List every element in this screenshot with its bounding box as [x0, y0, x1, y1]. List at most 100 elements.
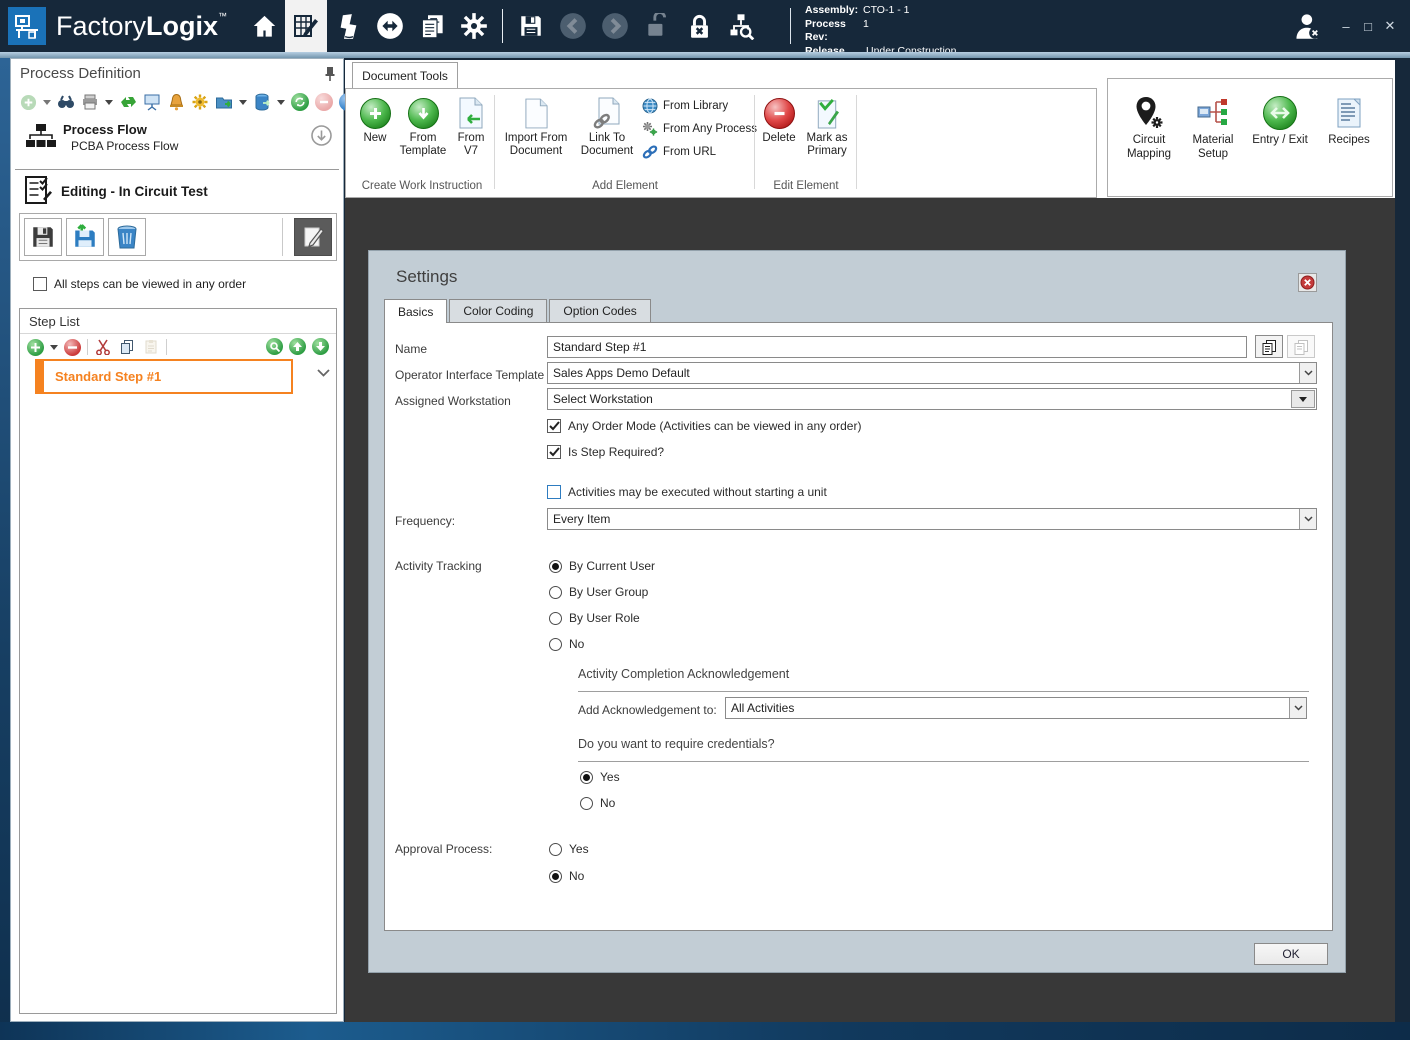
transfer-button[interactable]: [369, 0, 411, 52]
presentation-button[interactable]: [143, 93, 161, 111]
approval-yes[interactable]: Yes: [549, 842, 589, 856]
home-button[interactable]: [243, 0, 285, 52]
locate-step-button[interactable]: [266, 338, 283, 355]
add-dropdown[interactable]: [43, 93, 51, 111]
from-template-button[interactable]: From Template: [396, 94, 450, 158]
maximize-button[interactable]: □: [1357, 11, 1379, 41]
copy-name-button[interactable]: [1255, 335, 1283, 358]
from-any-process-button[interactable]: From Any Process: [642, 121, 757, 137]
step-list-item[interactable]: Standard Step #1: [35, 359, 293, 394]
any-order-mode-checkbox[interactable]: [547, 419, 561, 433]
delete-data-button[interactable]: [253, 93, 271, 111]
close-button[interactable]: ✕: [1379, 11, 1401, 41]
frequency-select[interactable]: Every Item: [547, 508, 1317, 530]
radio-selected[interactable]: [580, 770, 593, 784]
add-button[interactable]: [19, 93, 37, 111]
logout-user-button[interactable]: [1288, 6, 1328, 46]
pin-button[interactable]: [323, 66, 337, 82]
settings-button[interactable]: [453, 0, 495, 52]
radio-selected[interactable]: [549, 869, 562, 883]
credentials-yes[interactable]: Yes: [580, 770, 620, 784]
ack-select[interactable]: All Activities: [725, 697, 1307, 719]
export-button[interactable]: [215, 93, 233, 111]
process-flow-subtitle[interactable]: PCBA Process Flow: [71, 139, 178, 153]
no-unit-row[interactable]: Activities may be executed without start…: [547, 485, 827, 499]
tab-option-codes[interactable]: Option Codes: [549, 299, 651, 322]
from-url-button[interactable]: From URL: [642, 144, 716, 160]
tracking-no[interactable]: No: [549, 637, 584, 651]
process-designer-button[interactable]: [285, 0, 328, 52]
tracking-by-current-user[interactable]: By Current User: [549, 559, 655, 573]
cut-button[interactable]: [94, 338, 112, 356]
radio-selected[interactable]: [549, 559, 562, 573]
tab-document-tools[interactable]: Document Tools: [352, 62, 458, 89]
radio[interactable]: [549, 842, 562, 856]
production-button[interactable]: [327, 0, 369, 52]
name-input[interactable]: [547, 336, 1247, 358]
radio[interactable]: [549, 585, 562, 599]
stop-button[interactable]: [315, 93, 333, 111]
tracking-by-user-role[interactable]: By User Role: [549, 611, 640, 625]
any-order-checkbox-row[interactable]: All steps can be viewed in any order: [33, 277, 246, 291]
lock-close-button[interactable]: [678, 0, 720, 52]
radio[interactable]: [549, 637, 562, 651]
notify-button[interactable]: [167, 93, 185, 111]
paste-button[interactable]: [142, 338, 160, 356]
collapse-button[interactable]: [311, 125, 332, 146]
step-required-checkbox[interactable]: [547, 445, 561, 459]
find-button[interactable]: [57, 93, 75, 111]
add-step-dropdown[interactable]: [50, 338, 58, 356]
any-order-checkbox[interactable]: [33, 277, 47, 291]
process-search-button[interactable]: [720, 0, 762, 52]
radio[interactable]: [549, 611, 562, 625]
workstation-select[interactable]: Select Workstation: [547, 388, 1317, 410]
circuit-mapping-button[interactable]: Circuit Mapping: [1118, 93, 1180, 161]
print-dropdown[interactable]: [105, 93, 113, 111]
tab-color-coding[interactable]: Color Coding: [449, 299, 548, 322]
add-step-button[interactable]: [27, 338, 44, 356]
delete-step-button[interactable]: [108, 218, 146, 256]
delete-element-button[interactable]: Delete: [758, 94, 800, 145]
tab-basics[interactable]: Basics: [384, 299, 448, 323]
mark-as-primary-button[interactable]: Mark as Primary: [802, 94, 852, 158]
reports-button[interactable]: [411, 0, 453, 52]
move-up-button[interactable]: [289, 338, 306, 355]
dependencies-button[interactable]: [119, 93, 137, 111]
move-down-button[interactable]: [312, 338, 329, 355]
copy-button[interactable]: [118, 338, 136, 356]
edit-step-button[interactable]: [294, 218, 332, 256]
paste-name-button[interactable]: [1287, 335, 1315, 358]
minimize-button[interactable]: –: [1335, 11, 1357, 41]
material-setup-button[interactable]: Material Setup: [1182, 93, 1244, 161]
redo-button[interactable]: [594, 0, 636, 52]
step-item-expander[interactable]: [317, 369, 330, 377]
no-unit-checkbox[interactable]: [547, 485, 561, 499]
delete-data-dropdown[interactable]: [277, 93, 285, 111]
step-required-row[interactable]: Is Step Required?: [547, 445, 664, 459]
template-select[interactable]: Sales Apps Demo Default: [547, 362, 1317, 384]
approval-no[interactable]: No: [549, 869, 584, 883]
recipes-button[interactable]: Recipes: [1320, 93, 1378, 147]
refresh-button[interactable]: [291, 93, 309, 111]
print-button[interactable]: [81, 93, 99, 111]
undo-button[interactable]: [552, 0, 594, 52]
export-dropdown[interactable]: [239, 93, 247, 111]
import-from-document-button[interactable]: Import From Document: [500, 94, 572, 158]
any-order-mode-row[interactable]: Any Order Mode (Activities can be viewed…: [547, 419, 861, 433]
radio[interactable]: [580, 796, 593, 810]
dialog-close-button[interactable]: [1298, 273, 1317, 292]
save-step-button[interactable]: [24, 218, 62, 256]
tracking-by-user-group[interactable]: By User Group: [549, 585, 648, 599]
ok-button[interactable]: OK: [1254, 943, 1328, 965]
entry-exit-button[interactable]: Entry / Exit: [1246, 93, 1314, 147]
unlock-button[interactable]: [636, 0, 678, 52]
options-gear-button[interactable]: [191, 93, 209, 111]
save-button[interactable]: [510, 0, 552, 52]
import-step-button[interactable]: [66, 218, 104, 256]
link-to-document-button[interactable]: Link To Document: [576, 94, 638, 158]
from-library-button[interactable]: From Library: [642, 98, 728, 114]
credentials-no[interactable]: No: [580, 796, 615, 810]
remove-step-button[interactable]: [64, 338, 81, 356]
new-button[interactable]: New: [356, 94, 394, 145]
from-v7-button[interactable]: From V7: [452, 94, 490, 158]
